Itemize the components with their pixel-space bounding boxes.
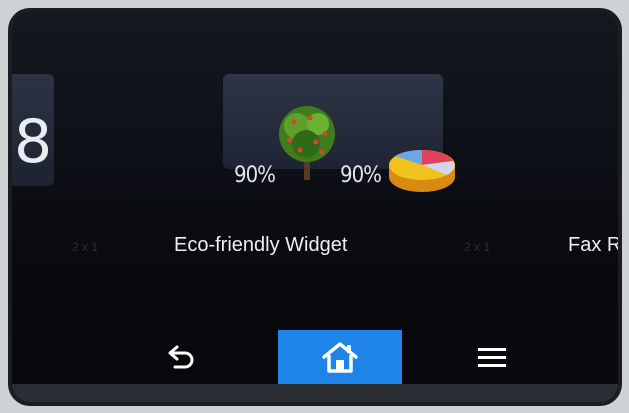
eco-widget-label: Eco-friendly Widget: [174, 234, 348, 256]
pie-chart-icon: [389, 149, 455, 192]
widget-size-label: 2 x 1: [464, 240, 491, 254]
touch-screen: 8 90% 90% 2 x 1 Eco-friendly Widget 2 x …: [12, 12, 618, 402]
bottom-nav-bar: [12, 330, 618, 384]
widget-size-label: 2 x 1: [72, 240, 99, 254]
home-icon: [322, 342, 358, 373]
screen-bezel: [12, 384, 618, 402]
tree-percent: 90%: [234, 163, 276, 188]
back-arrow-icon: [168, 345, 194, 369]
fax-widget-label: Fax R: [568, 234, 618, 256]
menu-icon: [478, 348, 506, 367]
back-button[interactable]: [152, 330, 212, 384]
device-frame: 8 90% 90% 2 x 1 Eco-friendly Widget 2 x …: [8, 8, 622, 406]
menu-button[interactable]: [462, 330, 522, 384]
home-button[interactable]: [278, 330, 402, 384]
left-tile-number: 8: [14, 107, 53, 177]
pie-percent: 90%: [340, 163, 382, 188]
tree-icon: [279, 106, 335, 180]
